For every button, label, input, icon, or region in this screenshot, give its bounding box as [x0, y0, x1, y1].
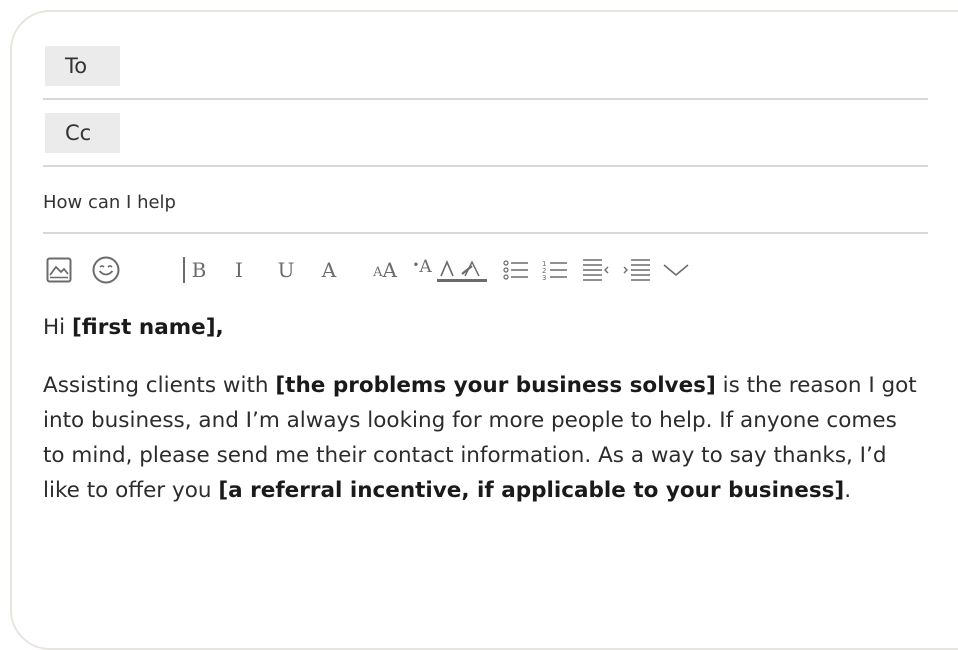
insert-image-icon[interactable] — [45, 252, 73, 288]
superscript-glyph: A — [419, 257, 432, 277]
underline-button[interactable]: U — [275, 252, 297, 288]
emoji-icon[interactable] — [91, 252, 121, 288]
paragraph-text-1: Assisting clients with — [43, 373, 276, 398]
highlight-icon[interactable] — [437, 252, 459, 288]
italic-button[interactable]: I — [230, 252, 248, 288]
outdent-icon[interactable] — [582, 252, 610, 288]
numbered-list-icon[interactable]: 1 2 3 — [542, 252, 568, 288]
toolbar-separator — [183, 257, 185, 283]
message-paragraph: Assisting clients with [the problems you… — [43, 368, 923, 508]
cc-label[interactable]: Cc — [45, 113, 120, 153]
problems-placeholder: [the problems your business solves] — [275, 373, 716, 398]
incentive-placeholder: [a referral incentive, if applicable to … — [218, 478, 845, 503]
bold-button[interactable]: B — [188, 252, 210, 288]
to-label[interactable]: To — [45, 46, 120, 86]
greeting-line: Hi [first name], — [43, 310, 923, 346]
font-button[interactable]: A — [318, 252, 340, 288]
paragraph-text-3: . — [844, 478, 852, 503]
greeting-prefix: Hi — [43, 315, 72, 340]
subject-row[interactable]: How can I help — [43, 166, 928, 234]
formatting-toolbar: B I U A A A • A 1 2 3 — [45, 252, 745, 288]
indent-icon[interactable] — [623, 252, 651, 288]
subject-field[interactable]: How can I help — [43, 192, 176, 213]
bullet-list-icon[interactable] — [503, 252, 529, 288]
text-color-button[interactable] — [459, 252, 487, 288]
more-options-chevron-icon[interactable] — [663, 252, 689, 288]
greeting-name-placeholder: [first name], — [71, 315, 224, 340]
message-body[interactable]: Hi [first name], Assisting clients with … — [43, 310, 923, 508]
svg-text:3: 3 — [542, 274, 546, 281]
to-row[interactable]: To — [43, 46, 928, 100]
font-size-large-glyph: A — [382, 258, 397, 282]
font-size-button[interactable]: A A — [367, 252, 403, 288]
cc-row[interactable]: Cc — [43, 113, 928, 167]
superscript-button[interactable]: • A — [409, 252, 435, 288]
